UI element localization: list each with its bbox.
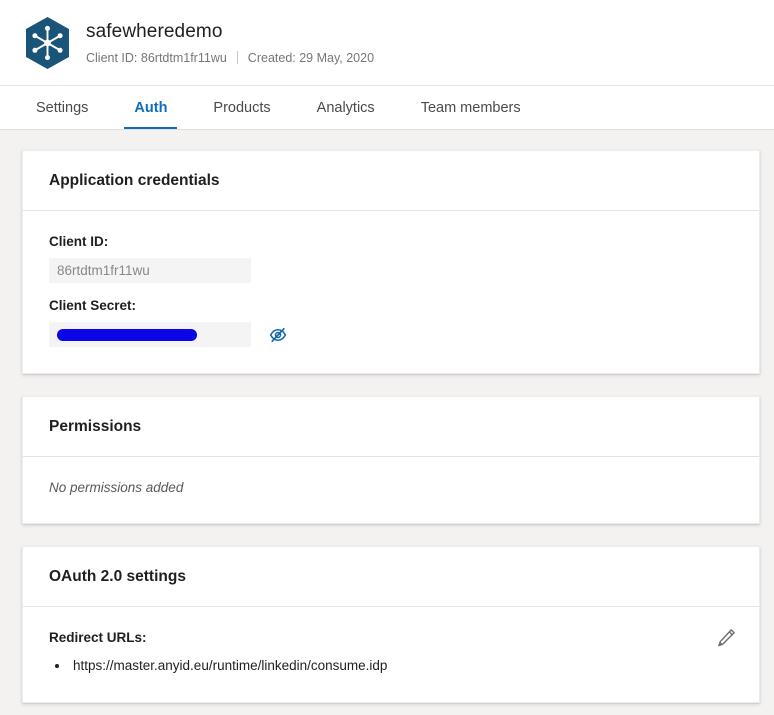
snowflake-hexagon-logo-icon [26,16,69,69]
tab-products-label: Products [213,99,271,116]
client-id-label: Client ID: [49,234,109,249]
pencil-icon[interactable] [713,625,739,651]
redirect-urls-label: Redirect URLs: [49,630,147,645]
tab-analytics[interactable]: Analytics [305,86,387,129]
tab-products[interactable]: Products [201,86,282,129]
app-meta: Client ID: 86rtdtm1fr11wu Created: 29 Ma… [86,50,374,66]
tab-analytics-label: Analytics [316,99,375,116]
permissions-card-body: No permissions added [23,457,759,523]
meta-divider [236,51,238,64]
header-created-date: Created: 29 May, 2020 [247,50,375,65]
client-secret-label: Client Secret: [49,298,137,313]
tab-team-members[interactable]: Team members [409,86,533,129]
credentials-card-body: Client ID: 86rtdtm1fr11wu Client Secret: [23,211,759,373]
permissions-empty-message: No permissions added [49,480,184,495]
oauth-card-title: OAuth 2.0 settings [49,568,186,585]
header-client-id: Client ID: 86rtdtm1fr11wu [86,50,227,65]
redirect-urls-list: https://master.anyid.eu/runtime/linkedin… [49,656,733,676]
list-item: https://master.anyid.eu/runtime/linkedin… [49,656,733,676]
application-credentials-card: Application credentials Client ID: 86rtd… [22,150,760,374]
oauth-settings-card: OAuth 2.0 settings Redirect URLs: https:… [22,546,760,703]
permissions-card-title: Permissions [49,418,142,435]
oauth-card-body: Redirect URLs: https://master.anyid.eu/r… [23,607,759,702]
tab-auth[interactable]: Auth [122,86,179,129]
field-spacer [49,283,733,297]
credentials-card-title: Application credentials [49,172,220,189]
client-id-field[interactable]: 86rtdtm1fr11wu [49,258,251,283]
main-content: Application credentials Client ID: 86rtd… [0,130,774,703]
permissions-card: Permissions No permissions added [22,396,760,524]
tab-settings[interactable]: Settings [24,86,100,129]
tab-settings-label: Settings [36,99,89,116]
app-header: safewheredemo Client ID: 86rtdtm1fr11wu … [0,0,774,86]
secret-redaction-bar [57,328,197,341]
tab-bar: Settings Auth Products Analytics Team me… [0,86,774,130]
app-title-block: safewheredemo Client ID: 86rtdtm1fr11wu … [86,20,374,66]
tab-team-members-label: Team members [420,99,521,116]
tab-auth-label: Auth [134,99,168,116]
client-secret-field[interactable] [49,322,251,347]
oauth-card-header: OAuth 2.0 settings [23,547,759,607]
page-title: safewheredemo [86,20,223,42]
permissions-card-header: Permissions [23,397,759,457]
client-secret-row [49,322,733,347]
eye-slash-icon[interactable] [267,324,289,346]
credentials-card-header: Application credentials [23,151,759,211]
